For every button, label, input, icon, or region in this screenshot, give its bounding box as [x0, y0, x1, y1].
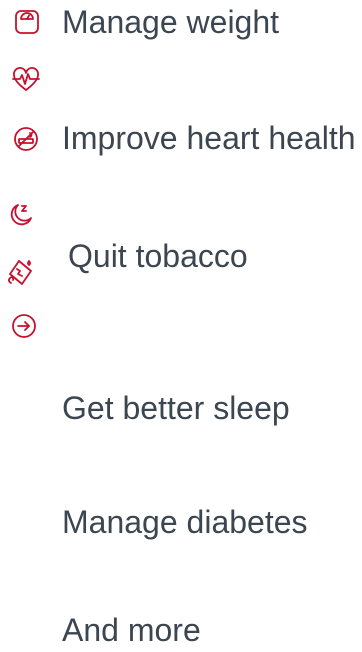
goal-label: Manage diabetes [62, 504, 308, 540]
goal-label: Quit tobacco [68, 238, 248, 274]
arrow-circle-right-icon[interactable] [6, 308, 42, 344]
scale-icon [9, 4, 45, 40]
heartbeat-icon [8, 62, 44, 98]
no-smoking-icon [8, 121, 44, 157]
sleep-icon [3, 197, 39, 233]
glucose-meter-icon [3, 254, 39, 290]
goal-label: Get better sleep [62, 390, 290, 426]
and-more-link[interactable]: And more [62, 608, 201, 652]
goal-label: Manage weight [62, 4, 280, 40]
goal-label: Improve heart health [62, 120, 356, 156]
